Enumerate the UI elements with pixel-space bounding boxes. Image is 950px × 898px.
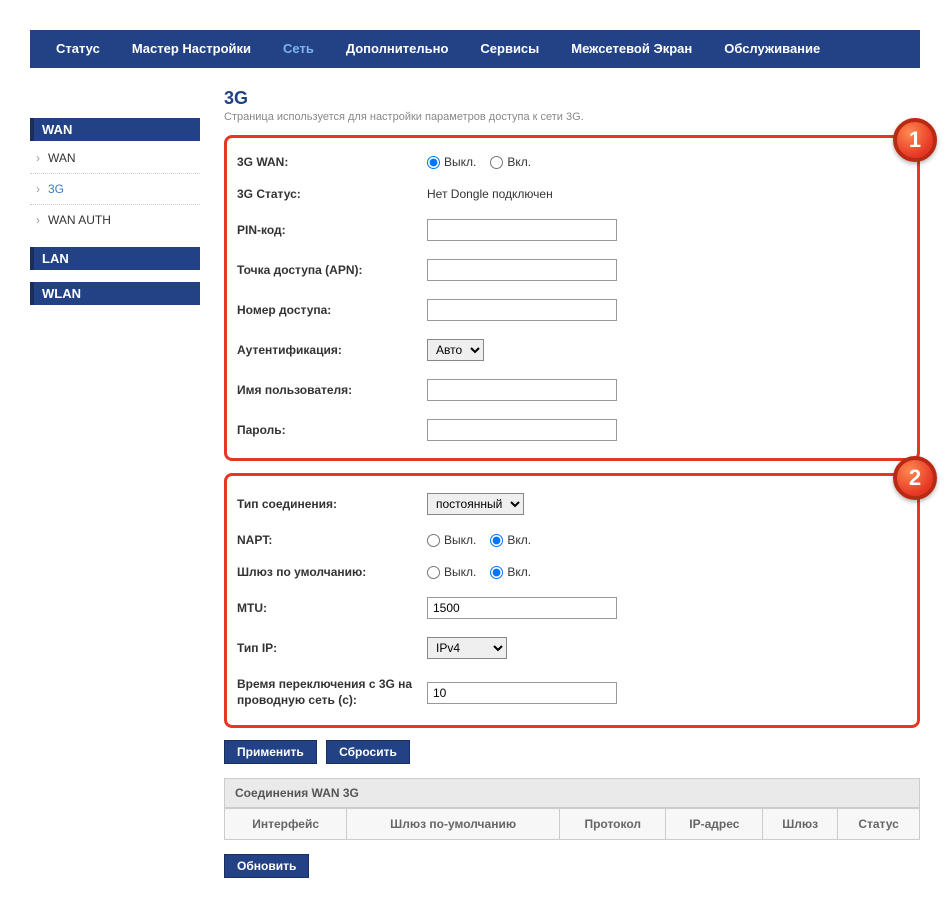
select-conn-type[interactable]: постоянный xyxy=(427,493,524,515)
label-dial: Номер доступа: xyxy=(237,303,427,317)
sidebar-item-wan[interactable]: WAN xyxy=(30,143,200,174)
label-gateway: Шлюз по умолчанию: xyxy=(237,565,427,579)
input-mtu[interactable] xyxy=(427,597,617,619)
settings-box-1: 1 3G WAN: Выкл. Вкл. 3G Статус: Нет Dong… xyxy=(224,135,920,461)
nav-firewall[interactable]: Межсетевой Экран xyxy=(555,30,708,68)
label-pin: PIN-код: xyxy=(237,223,427,237)
sidebar-head-wlan[interactable]: WLAN xyxy=(30,282,200,305)
label-3g-status: 3G Статус: xyxy=(237,187,427,201)
select-auth[interactable]: Авто xyxy=(427,339,484,361)
label-napt: NAPT: xyxy=(237,533,427,547)
label-auth: Аутентификация: xyxy=(237,343,427,357)
radio-label-napt-off: Выкл. xyxy=(444,533,476,547)
th-gateway: Шлюз по-умолчанию xyxy=(347,809,560,840)
label-username: Имя пользователя: xyxy=(237,383,427,397)
sidebar-head-lan[interactable]: LAN xyxy=(30,247,200,270)
apply-button[interactable]: Применить xyxy=(224,740,317,764)
label-mtu: MTU: xyxy=(237,601,427,615)
reset-button[interactable]: Сбросить xyxy=(326,740,410,764)
table-title: Соединения WAN 3G xyxy=(224,778,920,808)
sidebar: WAN WAN 3G WAN AUTH LAN WLAN xyxy=(30,118,200,878)
label-switch-time: Время переключения с 3G на проводную сет… xyxy=(237,677,427,708)
input-pin[interactable] xyxy=(427,219,617,241)
input-dial[interactable] xyxy=(427,299,617,321)
radio-label-napt-on: Вкл. xyxy=(507,533,531,547)
value-3g-status: Нет Dongle подключен xyxy=(427,187,907,201)
sidebar-item-wan-auth[interactable]: WAN AUTH xyxy=(30,205,200,235)
nav-maintenance[interactable]: Обслуживание xyxy=(708,30,836,68)
nav-network[interactable]: Сеть xyxy=(267,30,330,68)
sidebar-head-wan[interactable]: WAN xyxy=(30,118,200,141)
label-3g-wan: 3G WAN: xyxy=(237,155,427,169)
select-iptype[interactable]: IPv4 xyxy=(427,637,507,659)
th-ip: IP-адрес xyxy=(666,809,763,840)
th-gw: Шлюз xyxy=(763,809,838,840)
nav-wizard[interactable]: Мастер Настройки xyxy=(116,30,267,68)
label-password: Пароль: xyxy=(237,423,427,437)
radio-3g-wan-on[interactable] xyxy=(490,156,503,169)
radio-napt-off[interactable] xyxy=(427,534,440,547)
th-interface: Интерфейс xyxy=(225,809,347,840)
connections-table: Интерфейс Шлюз по-умолчанию Протокол IP-… xyxy=(224,808,920,840)
nav-status[interactable]: Статус xyxy=(40,30,116,68)
radio-gw-off[interactable] xyxy=(427,566,440,579)
refresh-button[interactable]: Обновить xyxy=(224,854,309,878)
radio-napt-on[interactable] xyxy=(490,534,503,547)
sidebar-item-3g[interactable]: 3G xyxy=(30,174,200,205)
top-nav: Статус Мастер Настройки Сеть Дополнитель… xyxy=(30,30,920,68)
badge-one: 1 xyxy=(893,118,937,162)
input-username[interactable] xyxy=(427,379,617,401)
main-content: 3G Страница используется для настройки п… xyxy=(224,88,920,878)
nav-advanced[interactable]: Дополнительно xyxy=(330,30,465,68)
input-apn[interactable] xyxy=(427,259,617,281)
radio-3g-wan-off[interactable] xyxy=(427,156,440,169)
th-status: Статус xyxy=(838,809,920,840)
input-password[interactable] xyxy=(427,419,617,441)
settings-box-2: 2 Тип соединения: постоянный NAPT: Выкл.… xyxy=(224,473,920,728)
th-protocol: Протокол xyxy=(559,809,666,840)
page-subtitle: Страница используется для настройки пара… xyxy=(224,111,920,123)
badge-two: 2 xyxy=(893,456,937,500)
input-switch-time[interactable] xyxy=(427,682,617,704)
radio-label-off: Выкл. xyxy=(444,155,476,169)
label-iptype: Тип IP: xyxy=(237,641,427,655)
label-apn: Точка доступа (APN): xyxy=(237,263,427,277)
radio-label-gw-off: Выкл. xyxy=(444,565,476,579)
nav-services[interactable]: Сервисы xyxy=(464,30,555,68)
radio-label-on: Вкл. xyxy=(507,155,531,169)
label-conn-type: Тип соединения: xyxy=(237,497,427,511)
radio-label-gw-on: Вкл. xyxy=(507,565,531,579)
page-title: 3G xyxy=(224,88,920,109)
radio-gw-on[interactable] xyxy=(490,566,503,579)
